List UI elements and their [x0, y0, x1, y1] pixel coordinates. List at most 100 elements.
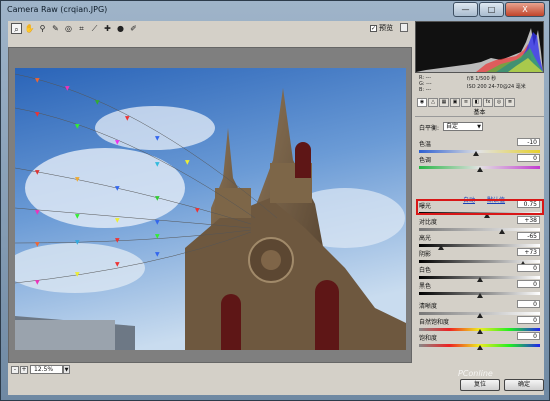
- hand-tool-icon[interactable]: ✋: [24, 23, 35, 34]
- camera-readout: R: --- G: --- B: --- f/8 1/500 秒 ISO 200…: [415, 73, 544, 95]
- slider-thumb-tint[interactable]: [476, 167, 483, 172]
- svg-text:▼: ▼: [115, 185, 120, 192]
- slider-label-whites: 白色: [419, 267, 432, 274]
- slider-value-saturation[interactable]: 0: [517, 332, 540, 340]
- crop-tool-icon[interactable]: ⌗: [76, 23, 87, 34]
- minimize-button[interactable]: —: [453, 2, 478, 17]
- slider-thumb-blacks[interactable]: [476, 293, 483, 298]
- panel-tab-1[interactable]: △: [428, 97, 438, 107]
- camera-raw-window: Camera Raw (crqian.JPG) — □ X ⌕ ✋ ⚲ ✎ ◎ ⌗ ⟋ ✚ ● ✐…: [0, 0, 550, 401]
- slider-row-blacks: 黑色 0: [415, 280, 544, 301]
- slider-label-highlights: 高光: [419, 235, 432, 242]
- spot-removal-tool-icon[interactable]: ✚: [102, 23, 113, 34]
- panel-tab-5[interactable]: ◧: [472, 97, 482, 107]
- straighten-tool-icon[interactable]: ⟋: [89, 23, 100, 34]
- title-bar[interactable]: Camera Raw (crqian.JPG) — □ X: [1, 1, 549, 21]
- slider-value-shadows[interactable]: +73: [517, 248, 540, 256]
- white-balance-select[interactable]: 自定 ▼: [443, 122, 483, 131]
- slider-value-clarity[interactable]: 0: [517, 300, 540, 308]
- histogram: [415, 21, 544, 73]
- red-eye-tool-icon[interactable]: ●: [115, 23, 126, 34]
- slider-value-highlights[interactable]: -65: [517, 232, 540, 240]
- svg-text:▼: ▼: [155, 233, 160, 240]
- white-balance-tool-icon[interactable]: ⚲: [37, 23, 48, 34]
- iso-lens: ISO 200 24-70@24 毫米: [467, 84, 526, 90]
- rgb-readout: R: --- G: --- B: ---: [419, 75, 432, 93]
- svg-text:▼: ▼: [155, 195, 160, 202]
- slider-value-contrast[interactable]: +38: [517, 216, 540, 224]
- slider-value-temperature[interactable]: -10: [517, 138, 540, 146]
- svg-text:▼: ▼: [35, 169, 40, 176]
- reset-button[interactable]: 复位: [460, 379, 500, 391]
- adjustment-brush-icon[interactable]: ✐: [128, 23, 139, 34]
- slider-track-temperature[interactable]: [419, 150, 540, 153]
- fullscreen-toggle-button[interactable]: [400, 23, 408, 32]
- aperture-shutter: f/8 1/500 秒: [467, 76, 497, 82]
- panel-tab-8[interactable]: ≣: [505, 97, 515, 107]
- slider-label-tint: 色调: [419, 157, 432, 164]
- zoom-tool-icon[interactable]: ⌕: [11, 22, 22, 34]
- slider-label-vibrance: 自然饱和度: [419, 319, 450, 326]
- white-balance-label: 白平衡:: [419, 125, 440, 132]
- panel-tabs: ◉ △ ▦ ▣ ≡ ◧ fx ◎ ≣: [415, 97, 544, 107]
- svg-text:▼: ▼: [75, 213, 80, 220]
- panel-tab-6[interactable]: fx: [483, 97, 493, 107]
- slider-label-blacks: 黑色: [419, 283, 432, 290]
- slider-track-contrast[interactable]: [419, 228, 540, 231]
- svg-text:▼: ▼: [155, 251, 160, 258]
- window-controls: — □ X: [452, 2, 545, 17]
- preview-area[interactable]: ▼ ▼ ▼ ▼ ▼ ▼ ▼ ▼ ▼ ▼ ▼ ▼ ▼ ▼ ▼ ▼ ▼ ▼ ▼ ▼ ▼ ▼ ▼ ▼ ▼ ▼ ▼: [8, 47, 412, 363]
- svg-text:▼: ▼: [65, 85, 70, 92]
- church-photo-image: ▼ ▼ ▼ ▼ ▼ ▼ ▼ ▼ ▼ ▼ ▼ ▼ ▼ ▼ ▼ ▼ ▼ ▼ ▼ ▼ ▼ ▼ ▼ ▼ ▼ ▼ ▼: [15, 68, 406, 350]
- svg-text:▼: ▼: [115, 261, 120, 268]
- preview-checkbox[interactable]: ✓ 预览: [370, 23, 393, 33]
- slider-value-blacks[interactable]: 0: [517, 280, 540, 288]
- slider-row-saturation: 饱和度 0: [415, 332, 544, 353]
- panel-tab-0[interactable]: ◉: [417, 97, 427, 107]
- photo-preview: ▼ ▼ ▼ ▼ ▼ ▼ ▼ ▼ ▼ ▼ ▼ ▼ ▼ ▼ ▼ ▼ ▼ ▼ ▼ ▼ ▼ ▼ ▼ ▼ ▼ ▼ ▼: [15, 68, 406, 350]
- zoom-out-button[interactable]: -: [11, 366, 19, 374]
- window-title: Camera Raw (crqian.JPG): [7, 5, 108, 14]
- panel-title: 基本: [415, 109, 544, 117]
- svg-text:▼: ▼: [195, 207, 200, 214]
- target-adjust-tool-icon[interactable]: ◎: [63, 23, 74, 34]
- svg-text:▼: ▼: [75, 271, 80, 278]
- panel-tab-2[interactable]: ▦: [439, 97, 449, 107]
- slider-row-tint: 色调 0: [415, 154, 544, 175]
- color-sampler-tool-icon[interactable]: ✎: [50, 23, 61, 34]
- basic-panel: 基本 白平衡: 自定 ▼ 自动 默认值 色温 -10 色调 0 曝光 0.75 对比度 +38…: [415, 109, 544, 363]
- svg-text:▼: ▼: [155, 219, 160, 226]
- panel-tab-7[interactable]: ◎: [494, 97, 504, 107]
- tool-bar: ⌕ ✋ ⚲ ✎ ◎ ⌗ ⟋ ✚ ● ✐: [8, 21, 406, 35]
- svg-text:▼: ▼: [35, 77, 40, 84]
- chevron-down-icon: ▼: [477, 124, 481, 130]
- svg-text:▼: ▼: [75, 239, 80, 246]
- preview-label: 预览: [379, 24, 393, 32]
- svg-text:▼: ▼: [35, 279, 40, 286]
- slider-value-tint[interactable]: 0: [517, 154, 540, 162]
- slider-label-contrast: 对比度: [419, 219, 438, 226]
- close-button[interactable]: X: [505, 2, 545, 17]
- preview-checkbox-box[interactable]: ✓: [370, 24, 377, 32]
- svg-text:▼: ▼: [155, 161, 160, 168]
- zoom-level-field[interactable]: 12.5%: [30, 365, 63, 374]
- svg-text:▼: ▼: [35, 241, 40, 248]
- ok-button[interactable]: 确定: [504, 379, 544, 391]
- slider-label-clarity: 清晰度: [419, 303, 438, 310]
- panel-tab-3[interactable]: ▣: [450, 97, 460, 107]
- slider-value-whites[interactable]: 0: [517, 264, 540, 272]
- svg-text:▼: ▼: [185, 159, 190, 166]
- zoom-dropdown-icon[interactable]: ▼: [63, 365, 70, 374]
- maximize-button[interactable]: □: [479, 2, 504, 17]
- svg-text:▼: ▼: [35, 209, 40, 216]
- svg-text:▼: ▼: [125, 115, 130, 122]
- slider-label-shadows: 阴影: [419, 251, 432, 258]
- slider-value-vibrance[interactable]: 0: [517, 316, 540, 324]
- zoom-in-button[interactable]: +: [20, 366, 28, 374]
- svg-text:▼: ▼: [115, 139, 120, 146]
- svg-text:▼: ▼: [75, 123, 80, 130]
- panel-tab-4[interactable]: ≡: [461, 97, 471, 107]
- dialog-client: ⌕ ✋ ⚲ ✎ ◎ ⌗ ⟋ ✚ ● ✐ ✓ 预览 ▼ ▼ ▼ ▼ ▼ ▼ ▼ ▼…: [8, 21, 544, 395]
- b-readout: B: ---: [419, 87, 432, 93]
- slider-thumb-saturation[interactable]: [476, 345, 483, 350]
